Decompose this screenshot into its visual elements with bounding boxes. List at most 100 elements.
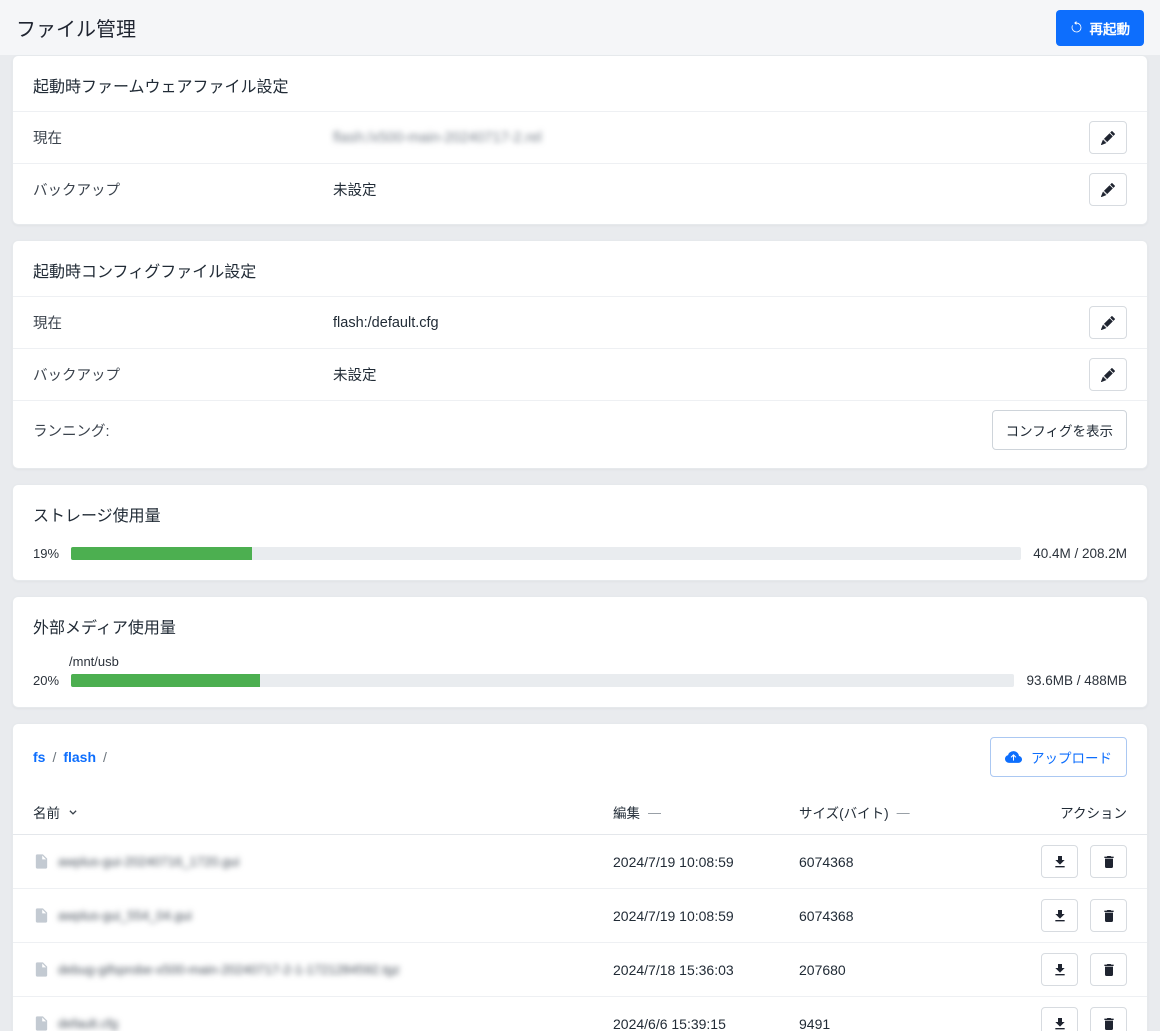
- restart-icon: [1070, 21, 1083, 34]
- file-icon: [33, 1015, 50, 1031]
- firmware-backup-label: バックアップ: [33, 179, 333, 200]
- external-usage-row: 20% 93.6MB / 488MB: [13, 673, 1147, 707]
- firmware-backup-row: バックアップ 未設定: [13, 163, 1147, 215]
- file-name-cell: awplus-gui-20240716_1720.gui: [33, 853, 613, 870]
- delete-button[interactable]: [1090, 899, 1127, 932]
- firmware-backup-value: 未設定: [333, 179, 1089, 200]
- breadcrumb-separator: /: [103, 749, 107, 765]
- page-header: ファイル管理 再起動: [0, 0, 1160, 55]
- delete-button[interactable]: [1090, 845, 1127, 878]
- storage-usage-row: 19% 40.4M / 208.2M: [13, 540, 1147, 580]
- download-button[interactable]: [1041, 899, 1078, 932]
- edit-config-current-button[interactable]: [1089, 306, 1127, 339]
- file-table-header: 名前 編集 — サイズ(バイト) — アクション: [13, 790, 1147, 835]
- config-current-row: 現在 flash:/default.cfg: [13, 296, 1147, 348]
- file-actions-cell: [1035, 953, 1127, 986]
- breadcrumb-flash-link[interactable]: flash: [63, 749, 96, 765]
- column-header-name[interactable]: 名前: [33, 802, 613, 822]
- storage-progress-bar: [71, 547, 1021, 560]
- config-current-value: flash:/default.cfg: [333, 315, 1089, 331]
- trash-icon: [1101, 854, 1117, 870]
- file-browser-card: fs / flash / アップロード 名前 編集 — サイズ(バイト): [12, 723, 1148, 1031]
- show-config-button[interactable]: コンフィグを表示: [992, 410, 1127, 450]
- firmware-current-label: 現在: [33, 127, 333, 148]
- config-backup-value: 未設定: [333, 364, 1089, 385]
- download-icon: [1052, 962, 1068, 978]
- external-usage-text: 93.6MB / 488MB: [1026, 673, 1127, 688]
- pencil-icon: [1101, 368, 1115, 382]
- storage-percent-label: 19%: [33, 546, 67, 561]
- upload-button-label: アップロード: [1031, 747, 1112, 767]
- column-edited-label: 編集: [613, 802, 640, 822]
- restart-button-label: 再起動: [1090, 18, 1131, 38]
- delete-button[interactable]: [1090, 1007, 1127, 1031]
- edit-config-backup-button[interactable]: [1089, 358, 1127, 391]
- column-size-label: サイズ(バイト): [799, 802, 889, 822]
- table-row: awplus-gui-20240716_1720.gui 2024/7/19 1…: [13, 835, 1147, 889]
- external-media-usage-card: 外部メディア使用量 /mnt/usb 20% 93.6MB / 488MB: [12, 596, 1148, 708]
- download-icon: [1052, 854, 1068, 870]
- file-size-cell: 207680: [799, 962, 1035, 978]
- file-management-page: ファイル管理 再起動 起動時ファームウェアファイル設定 現在 flash:/x5…: [0, 0, 1160, 1031]
- trash-icon: [1101, 1016, 1117, 1031]
- file-edited-cell: 2024/7/18 15:36:03: [613, 962, 799, 978]
- pencil-icon: [1101, 183, 1115, 197]
- external-mount-label: /mnt/usb: [13, 652, 1147, 673]
- file-browser-header: fs / flash / アップロード: [13, 724, 1147, 790]
- file-name-cell: default.cfg: [33, 1015, 613, 1031]
- firmware-settings-card: 起動時ファームウェアファイル設定 現在 flash:/x500-main-202…: [12, 55, 1148, 225]
- table-row: debug-gifsprobe-x500-main-20240717-2-1-1…: [13, 943, 1147, 997]
- page-title: ファイル管理: [16, 13, 136, 42]
- chevron-down-icon: [68, 807, 78, 817]
- file-name: debug-gifsprobe-x500-main-20240717-2-1-1…: [58, 962, 400, 977]
- download-button[interactable]: [1041, 1007, 1078, 1031]
- file-name-cell: awplus-gui_554_04.gui: [33, 907, 613, 924]
- config-current-label: 現在: [33, 312, 333, 333]
- column-name-label: 名前: [33, 802, 60, 822]
- config-backup-row: バックアップ 未設定: [13, 348, 1147, 400]
- breadcrumb-separator: /: [52, 749, 56, 765]
- trash-icon: [1101, 908, 1117, 924]
- file-actions-cell: [1035, 899, 1127, 932]
- file-edited-cell: 2024/6/6 15:39:15: [613, 1016, 799, 1031]
- column-header-edited[interactable]: 編集 —: [613, 802, 799, 822]
- firmware-card-title: 起動時ファームウェアファイル設定: [13, 56, 1147, 111]
- file-edited-cell: 2024/7/19 10:08:59: [613, 854, 799, 870]
- firmware-current-value: flash:/x500-main-20240717-2.rel: [333, 130, 1089, 146]
- storage-usage-text: 40.4M / 208.2M: [1033, 546, 1127, 561]
- upload-button[interactable]: アップロード: [990, 737, 1127, 777]
- file-icon: [33, 853, 50, 870]
- config-backup-label: バックアップ: [33, 364, 333, 385]
- trash-icon: [1101, 962, 1117, 978]
- storage-progress-fill: [71, 547, 252, 560]
- download-icon: [1052, 1016, 1068, 1031]
- sort-unsorted-icon: —: [897, 805, 910, 820]
- file-edited-cell: 2024/7/19 10:08:59: [613, 908, 799, 924]
- column-header-size[interactable]: サイズ(バイト) —: [799, 802, 1035, 822]
- restart-button[interactable]: 再起動: [1056, 10, 1145, 46]
- file-size-cell: 6074368: [799, 854, 1035, 870]
- file-name: default.cfg: [58, 1016, 118, 1031]
- external-progress-bar: [71, 674, 1014, 687]
- download-button[interactable]: [1041, 953, 1078, 986]
- download-button[interactable]: [1041, 845, 1078, 878]
- config-card-title: 起動時コンフィグファイル設定: [13, 241, 1147, 296]
- cloud-upload-icon: [1005, 749, 1022, 766]
- storage-usage-card: ストレージ使用量 19% 40.4M / 208.2M: [12, 484, 1148, 581]
- config-running-label: ランニング:: [33, 420, 333, 441]
- config-running-row: ランニング: コンフィグを表示: [13, 400, 1147, 459]
- edit-firmware-backup-button[interactable]: [1089, 173, 1127, 206]
- delete-button[interactable]: [1090, 953, 1127, 986]
- breadcrumb-fs-link[interactable]: fs: [33, 749, 45, 765]
- file-name-cell: debug-gifsprobe-x500-main-20240717-2-1-1…: [33, 961, 613, 978]
- edit-firmware-current-button[interactable]: [1089, 121, 1127, 154]
- breadcrumb: fs / flash /: [33, 749, 114, 765]
- storage-card-title: ストレージ使用量: [13, 485, 1147, 540]
- sort-unsorted-icon: —: [648, 805, 661, 820]
- file-actions-cell: [1035, 845, 1127, 878]
- table-row: default.cfg 2024/6/6 15:39:15 9491: [13, 997, 1147, 1031]
- file-actions-cell: [1035, 1007, 1127, 1031]
- pencil-icon: [1101, 131, 1115, 145]
- external-card-title: 外部メディア使用量: [13, 597, 1147, 652]
- file-name: awplus-gui-20240716_1720.gui: [58, 854, 239, 869]
